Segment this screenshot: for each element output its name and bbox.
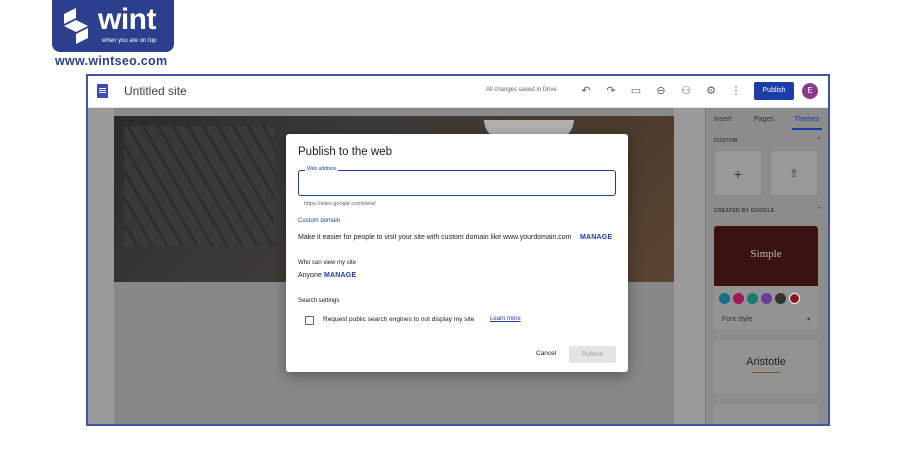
preview-devices-icon[interactable]: ▭ xyxy=(628,83,644,99)
web-address-input[interactable] xyxy=(303,177,611,189)
tab-insert[interactable]: Insert xyxy=(714,116,732,123)
theme-card[interactable] xyxy=(714,404,818,424)
side-panel: Insert Pages Themes CUSTOM ⌃ + ⇪ CREATED… xyxy=(705,108,828,424)
brand-url: www.wintseo.com xyxy=(55,54,168,68)
page-header-strip xyxy=(114,108,674,116)
cancel-button[interactable]: Cancel xyxy=(536,350,556,357)
custom-domain-heading: Custom domain xyxy=(298,218,341,224)
screenshot-frame: Untitled site All changes saved in Drive… xyxy=(86,74,830,426)
color-swatch-selected[interactable] xyxy=(789,293,800,304)
add-person-icon[interactable]: ⚇ xyxy=(678,83,694,99)
avatar[interactable]: E xyxy=(802,83,818,99)
wint-logo-icon xyxy=(64,8,88,44)
theme-preview: Simple xyxy=(714,226,818,286)
color-swatch[interactable] xyxy=(775,293,786,304)
theme-name: Simple xyxy=(750,248,782,260)
dialog-publish-button[interactable]: Publish xyxy=(569,346,616,363)
undo-icon[interactable]: ↶ xyxy=(578,83,594,99)
site-title[interactable]: Untitled site xyxy=(124,84,187,98)
color-swatches xyxy=(719,291,803,309)
hide-from-search-label: Request public search engines to not dis… xyxy=(323,316,475,323)
brand-tagline: when you are on top xyxy=(102,38,157,44)
web-address-field[interactable]: Web address xyxy=(298,166,616,196)
font-style-dropdown[interactable]: Font style xyxy=(722,316,752,323)
chevron-down-icon[interactable]: ▾ xyxy=(807,316,810,323)
link-icon[interactable]: ⊖ xyxy=(653,83,669,99)
color-swatch[interactable] xyxy=(747,293,758,304)
manage-access-button[interactable]: MANAGE xyxy=(324,272,356,279)
theme-name: Aristotle xyxy=(746,356,786,368)
hero-keyboard xyxy=(124,126,274,246)
tab-pages[interactable]: Pages xyxy=(754,116,774,123)
more-vert-icon[interactable]: ⋮ xyxy=(728,83,744,99)
color-swatch[interactable] xyxy=(733,293,744,304)
who-can-view-heading: Who can view my site xyxy=(298,260,357,266)
theme-card-simple[interactable]: Simple Font style ▾ xyxy=(714,226,818,330)
theme-card-aristotle[interactable]: Aristotle xyxy=(714,340,818,394)
tab-themes[interactable]: Themes xyxy=(794,116,819,123)
publish-button[interactable]: Publish xyxy=(754,82,794,100)
url-helper-text: https://sites.google.com/view/ xyxy=(304,201,376,207)
hide-from-search-checkbox[interactable] xyxy=(305,316,314,325)
search-settings-heading: Search settings xyxy=(298,298,340,304)
dialog-title: Publish to the web xyxy=(298,146,392,158)
brand-name: wint xyxy=(98,3,157,36)
theme-accent-line xyxy=(752,372,780,373)
settings-icon[interactable]: ⚙ xyxy=(703,83,719,99)
chevron-up-icon[interactable]: ⌃ xyxy=(816,206,822,214)
redo-icon[interactable]: ↷ xyxy=(603,83,619,99)
publish-dialog: Publish to the web Web address https://s… xyxy=(286,134,628,372)
active-tab-indicator xyxy=(792,128,822,130)
google-section-heading: CREATED BY GOOGLE xyxy=(714,208,775,214)
editor-toolbar: Untitled site All changes saved in Drive… xyxy=(88,76,828,108)
sites-logo-icon xyxy=(97,84,108,98)
upload-theme-button[interactable]: ⇪ xyxy=(770,150,818,196)
saved-status: All changes saved in Drive xyxy=(486,87,557,93)
who-can-view-value: Anyone xyxy=(298,272,322,279)
brand-logo: wint when you are on top xyxy=(52,0,174,52)
web-address-label: Web address xyxy=(305,166,339,172)
color-swatch[interactable] xyxy=(719,293,730,304)
custom-section-heading: CUSTOM xyxy=(714,138,738,144)
chevron-up-icon[interactable]: ⌃ xyxy=(816,136,822,144)
add-theme-button[interactable]: + xyxy=(714,150,762,196)
learn-more-link[interactable]: Learn more xyxy=(490,316,521,322)
custom-domain-text: Make it easier for people to visit your … xyxy=(298,234,572,241)
color-swatch[interactable] xyxy=(761,293,772,304)
manage-domain-button[interactable]: MANAGE xyxy=(580,234,612,241)
